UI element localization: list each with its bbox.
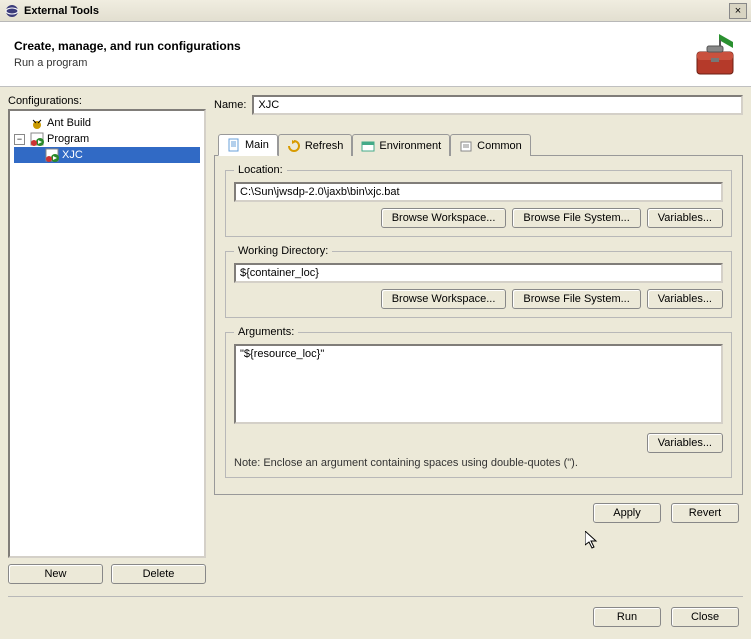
location-group: Location: Browse Workspace... Browse Fil… xyxy=(225,164,732,237)
main-body: Configurations: Ant Build − Program xyxy=(0,87,751,592)
workdir-variables-button[interactable]: Variables... xyxy=(647,289,723,309)
location-input[interactable] xyxy=(234,182,723,202)
tree-item-xjc[interactable]: XJC xyxy=(14,147,200,163)
header-text: Create, manage, and run configurations R… xyxy=(14,39,241,69)
tab-content-main: Location: Browse Workspace... Browse Fil… xyxy=(214,156,743,495)
tab-refresh[interactable]: Refresh xyxy=(278,134,353,156)
apply-button[interactable]: Apply xyxy=(593,503,661,523)
window-close-button[interactable]: × xyxy=(729,3,747,19)
document-icon xyxy=(227,138,241,152)
right-panel: Name: Main Refresh Environment Common xyxy=(214,95,743,584)
arguments-legend: Arguments: xyxy=(234,326,298,338)
tab-label: Environment xyxy=(379,140,441,152)
tree-item-label: XJC xyxy=(62,149,83,161)
eclipse-icon xyxy=(4,3,20,19)
configurations-tree[interactable]: Ant Build − Program XJC xyxy=(8,109,206,558)
left-panel: Configurations: Ant Build − Program xyxy=(8,95,206,584)
workdir-input[interactable] xyxy=(234,263,723,283)
program-icon xyxy=(29,131,45,147)
arguments-textarea[interactable] xyxy=(234,344,723,424)
tab-bar: Main Refresh Environment Common xyxy=(214,133,743,156)
toolbox-icon xyxy=(689,32,737,76)
arguments-group: Arguments: Variables... Note: Enclose an… xyxy=(225,326,732,478)
program-run-icon xyxy=(44,147,60,163)
footer: Run Close xyxy=(0,597,751,639)
tab-main[interactable]: Main xyxy=(218,134,278,156)
tab-label: Main xyxy=(245,139,269,151)
tree-collapse-icon[interactable]: − xyxy=(14,134,25,145)
workdir-legend: Working Directory: xyxy=(234,245,332,257)
working-directory-group: Working Directory: Browse Workspace... B… xyxy=(225,245,732,318)
tab-environment[interactable]: Environment xyxy=(352,134,450,156)
workdir-browse-workspace-button[interactable]: Browse Workspace... xyxy=(381,289,507,309)
page-subtitle: Run a program xyxy=(14,57,241,69)
close-button[interactable]: Close xyxy=(671,607,739,627)
new-button[interactable]: New xyxy=(8,564,103,584)
revert-button[interactable]: Revert xyxy=(671,503,739,523)
tree-item-ant-build[interactable]: Ant Build xyxy=(14,115,200,131)
tree-item-label: Ant Build xyxy=(47,117,91,129)
tab-label: Common xyxy=(477,140,522,152)
location-browse-workspace-button[interactable]: Browse Workspace... xyxy=(381,208,507,228)
environment-icon xyxy=(361,139,375,153)
configurations-label: Configurations: xyxy=(8,95,206,107)
workdir-browse-filesystem-button[interactable]: Browse File System... xyxy=(512,289,640,309)
titlebar: External Tools × xyxy=(0,0,751,22)
name-label: Name: xyxy=(214,99,246,111)
location-browse-filesystem-button[interactable]: Browse File System... xyxy=(512,208,640,228)
refresh-icon xyxy=(287,139,301,153)
ant-icon xyxy=(29,115,45,131)
common-icon xyxy=(459,139,473,153)
header: Create, manage, and run configurations R… xyxy=(0,22,751,87)
location-variables-button[interactable]: Variables... xyxy=(647,208,723,228)
tree-item-label: Program xyxy=(47,133,89,145)
tree-item-program[interactable]: − Program xyxy=(14,131,200,147)
arguments-note: Note: Enclose an argument containing spa… xyxy=(234,457,723,469)
run-button[interactable]: Run xyxy=(593,607,661,627)
page-title: Create, manage, and run configurations xyxy=(14,39,241,53)
tab-common[interactable]: Common xyxy=(450,134,531,156)
arguments-variables-button[interactable]: Variables... xyxy=(647,433,723,453)
location-legend: Location: xyxy=(234,164,287,176)
window-title: External Tools xyxy=(24,5,729,17)
delete-button[interactable]: Delete xyxy=(111,564,206,584)
name-input[interactable] xyxy=(252,95,743,115)
tab-label: Refresh xyxy=(305,140,344,152)
